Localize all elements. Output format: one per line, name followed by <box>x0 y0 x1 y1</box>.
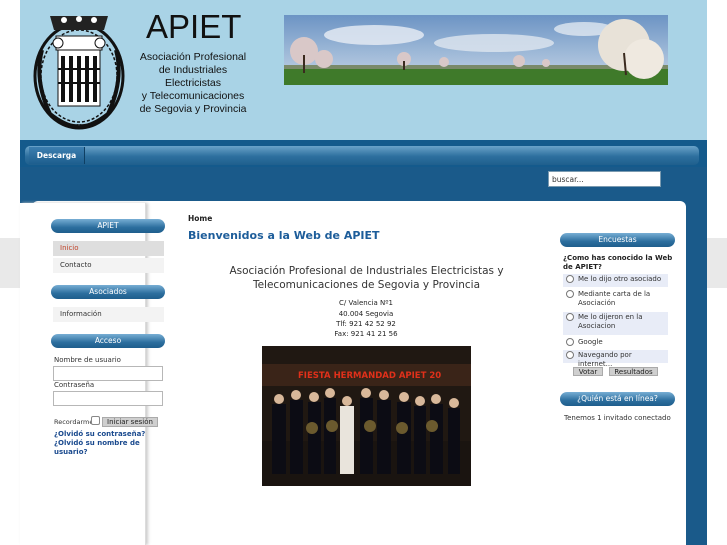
password-label: Contraseña <box>54 381 95 389</box>
username-field[interactable] <box>53 366 163 381</box>
header-landscape-photo <box>284 15 668 85</box>
radio-button[interactable] <box>566 338 574 346</box>
fax-line: Fax: 921 41 21 56 <box>334 330 398 338</box>
module-title-encuestas: Encuestas <box>560 233 675 247</box>
menu-item-informacion[interactable]: Información <box>53 307 164 322</box>
poll-question: ¿Como has conocido la Web de APIET? <box>563 254 673 271</box>
group-photo: FIESTA HERMANDAD APIET 20 <box>262 346 471 486</box>
coat-of-arms-logo <box>33 16 125 130</box>
phone-line: Tlf: 921 42 52 92 <box>336 320 396 328</box>
poll-option[interactable]: Me lo dijo otro asociado <box>563 274 668 287</box>
top-navbar: Descarga <box>20 140 707 167</box>
poll-option[interactable]: Mediante carta de la Asociación <box>563 289 668 311</box>
online-status-text: Tenemos 1 invitado conectado <box>564 414 671 422</box>
navbar-bar <box>25 146 699 165</box>
module-title-asociados: Asociados <box>51 285 165 299</box>
module-title-acceso: Acceso <box>51 334 165 348</box>
results-button[interactable]: Resultados <box>609 367 658 376</box>
logo-title: APIET <box>146 8 242 45</box>
password-field[interactable] <box>53 391 163 406</box>
vote-button[interactable]: Votar <box>573 367 603 376</box>
menu-item-contacto[interactable]: Contacto <box>53 258 164 273</box>
logo-subtitle: Asociación Profesional de Industriales E… <box>139 51 247 115</box>
site-header: APIET Asociación Profesional de Industri… <box>20 0 707 140</box>
poll-option[interactable]: Navegando por internet... <box>563 350 668 368</box>
radio-button[interactable] <box>566 313 574 321</box>
address-line: C/ Valencia Nº1 <box>339 299 393 307</box>
username-label: Nombre de usuario <box>54 356 121 364</box>
breadcrumb[interactable]: Home <box>188 214 212 223</box>
login-button[interactable]: Iniciar sesión <box>102 417 158 427</box>
radio-button[interactable] <box>566 351 574 359</box>
page-title: Bienvenidos a la Web de APIET <box>188 229 380 242</box>
remember-checkbox[interactable] <box>91 416 100 425</box>
poll-option[interactable]: Google <box>563 337 668 349</box>
group-photo-image: FIESTA HERMANDAD APIET 20 <box>262 346 471 486</box>
forgot-password-link[interactable]: ¿Olvidó su contraseña? <box>54 430 145 439</box>
forgot-username-link[interactable]: ¿Olvidó su nombre de usuario? <box>54 439 140 457</box>
nav-item-descarga[interactable]: Descarga <box>29 147 85 164</box>
poll-option[interactable]: Me lo dijeron en la Asociacion <box>563 312 668 335</box>
org-name: Asociación Profesional de Industriales E… <box>229 265 504 291</box>
remember-label: Recordarme <box>54 418 94 426</box>
radio-button[interactable] <box>566 290 574 298</box>
radio-button[interactable] <box>566 275 574 283</box>
search-input[interactable] <box>548 171 661 187</box>
address-line: 40.004 Segovia <box>338 310 394 318</box>
menu-item-inicio[interactable]: Inicio <box>53 241 164 256</box>
module-title-apiet: APIET <box>51 219 165 233</box>
module-title-online: ¿Quién está en línea? <box>560 392 675 406</box>
photo-banner-text: FIESTA HERMANDAD APIET 20 <box>298 371 441 381</box>
